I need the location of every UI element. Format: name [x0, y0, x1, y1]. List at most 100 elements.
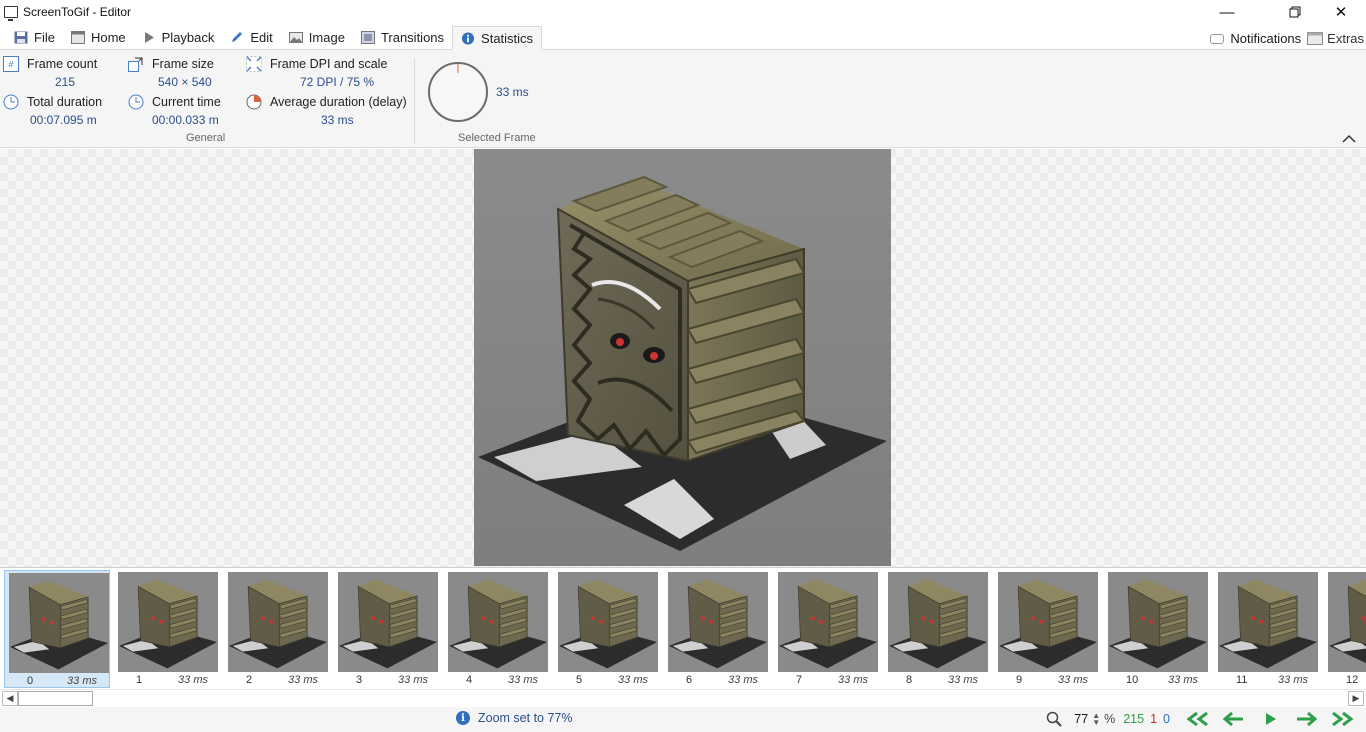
average-duration-value: 33 ms [321, 113, 354, 127]
restore-button[interactable] [1272, 0, 1318, 24]
frame-thumbnail[interactable]: 2 33 ms [224, 570, 330, 688]
tab-home[interactable]: Home [63, 26, 134, 49]
right-arrow-icon [1297, 712, 1317, 726]
frame-strip-scrollbar[interactable]: ◀ ▶ [0, 689, 1366, 707]
extras-icon [1307, 32, 1324, 45]
frame-dpi-value: 72 DPI / 75 % [300, 75, 375, 89]
restore-icon [1289, 6, 1301, 18]
save-icon [14, 31, 28, 44]
frame-thumbnail[interactable]: 1 33 ms [114, 570, 220, 688]
frame-thumbnail[interactable]: 11 33 ms [1214, 570, 1320, 688]
frame-thumbnail[interactable]: 3 33 ms [334, 570, 440, 688]
last-frame-button[interactable] [1324, 710, 1360, 728]
info-icon: i [456, 711, 470, 725]
frame-duration: 33 ms [178, 674, 208, 686]
double-right-arrow-icon [1332, 712, 1354, 726]
frame-number: 9 [1016, 674, 1023, 686]
magnifier-icon [1046, 711, 1062, 727]
frame-thumbnail[interactable]: 6 33 ms [664, 570, 770, 688]
title-bar: ScreenToGif - Editor — ✕ [0, 0, 1366, 24]
dpi-scale-icon [246, 56, 262, 72]
frame-duration: 33 ms [838, 674, 868, 686]
frame-thumbnail-image [778, 572, 878, 672]
collapse-ribbon-icon[interactable] [1342, 134, 1356, 144]
frame-thumbnail[interactable]: 4 33 ms [444, 570, 550, 688]
svg-text:#: # [8, 60, 13, 70]
frame-thumbnail[interactable]: 9 33 ms [994, 570, 1100, 688]
status-bar: i Zoom set to 77% 77 ▲ ▼ % 215 1 0 [0, 707, 1366, 732]
frame-thumbnail[interactable]: 0 33 ms [4, 570, 110, 688]
transitions-icon [360, 31, 375, 44]
extras-button[interactable]: Extras [1307, 31, 1364, 46]
scroll-right-button[interactable]: ▶ [1348, 691, 1364, 706]
status-message: i Zoom set to 77% [456, 711, 573, 725]
frame-number: 12 [1346, 674, 1359, 686]
tab-edit[interactable]: Edit [222, 26, 280, 49]
tab-image[interactable]: Image [281, 26, 353, 49]
frame-number: 0 [27, 675, 34, 687]
frame-thumbnail-image [1108, 572, 1208, 672]
first-frame-button[interactable] [1180, 710, 1216, 728]
scroll-left-button[interactable]: ◀ [2, 691, 18, 706]
frame-number: 10 [1126, 674, 1139, 686]
zoom-stepper[interactable]: ▲ ▼ [1092, 712, 1100, 727]
tab-playback[interactable]: Playback [134, 26, 223, 49]
frame-number: 11 [1236, 674, 1248, 686]
tab-transitions[interactable]: Transitions [353, 26, 452, 49]
tab-file[interactable]: File [6, 26, 63, 49]
frame-thumbnail-image [668, 572, 768, 672]
next-frame-button[interactable] [1288, 710, 1324, 728]
left-arrow-icon [1223, 712, 1243, 726]
frame-thumbnail-image [558, 572, 658, 672]
image-icon [288, 32, 303, 43]
double-left-arrow-icon [1186, 712, 1208, 726]
frame-number: 7 [796, 674, 803, 686]
total-duration-value: 00:07.095 m [30, 113, 97, 127]
frame-strip: 0 33 ms 1 33 ms 2 33 ms 3 33 ms 4 33 ms 5 33 ms 6 33 … [0, 567, 1366, 689]
clock-icon [3, 94, 19, 110]
app-icon [4, 6, 18, 21]
notifications-button[interactable]: Notifications [1210, 31, 1301, 46]
play-icon [1266, 713, 1276, 725]
play-icon [144, 32, 154, 43]
frame-duration: 33 ms [1168, 674, 1198, 686]
frame-duration: 33 ms [67, 675, 97, 687]
frame-thumbnail-image [1218, 572, 1318, 672]
frame-size-stat: Frame size 540 × 540 [128, 55, 214, 91]
close-button[interactable]: ✕ [1318, 0, 1364, 24]
frame-duration: 33 ms [508, 674, 538, 686]
minimize-button[interactable]: — [1204, 0, 1250, 24]
frame-thumbnail[interactable]: 10 33 ms [1104, 570, 1210, 688]
frame-thumbnail-image [1328, 572, 1366, 672]
frame-thumbnail-image [9, 573, 109, 673]
frame-duration: 33 ms [618, 674, 648, 686]
frame-thumbnail[interactable]: 7 33 ms [774, 570, 880, 688]
frame-duration: 33 ms [288, 674, 318, 686]
frame-duration: 33 ms [948, 674, 978, 686]
selected-frame-label: Selected Frame [458, 132, 536, 144]
frame-thumbnail[interactable]: 5 33 ms [554, 570, 660, 688]
frame-count-stat: # Frame count 215 [3, 55, 97, 91]
total-frames-count: 215 [1123, 712, 1145, 726]
frame-thumbnail[interactable]: 8 33 ms [884, 570, 990, 688]
current-frame-index: 0 [1163, 712, 1170, 726]
frame-thumbnail[interactable]: 12 [1324, 570, 1366, 688]
general-group-label: General [186, 132, 226, 144]
editor-canvas[interactable] [0, 149, 1366, 567]
scroll-thumb[interactable] [18, 691, 93, 706]
current-frame-image[interactable] [474, 149, 891, 566]
tab-statistics[interactable]: Statistics [452, 26, 543, 50]
frame-thumbnail-image [448, 572, 548, 672]
frame-number: 1 [136, 674, 143, 686]
zoom-input[interactable]: 77 [1068, 712, 1088, 726]
ribbon-tabs: File Home Playback Edit Image Transition… [0, 26, 1366, 50]
previous-frame-button[interactable] [1216, 710, 1252, 728]
frame-number: 8 [906, 674, 913, 686]
clock-icon [128, 94, 144, 110]
play-button[interactable] [1252, 710, 1288, 728]
hash-icon: # [3, 56, 19, 72]
current-time-value: 00:00.033 m [152, 113, 219, 127]
selected-frames-count: 1 [1150, 712, 1158, 726]
current-time-stat: Current time 00:00.033 m [128, 93, 221, 129]
frame-count-value: 215 [55, 75, 76, 89]
